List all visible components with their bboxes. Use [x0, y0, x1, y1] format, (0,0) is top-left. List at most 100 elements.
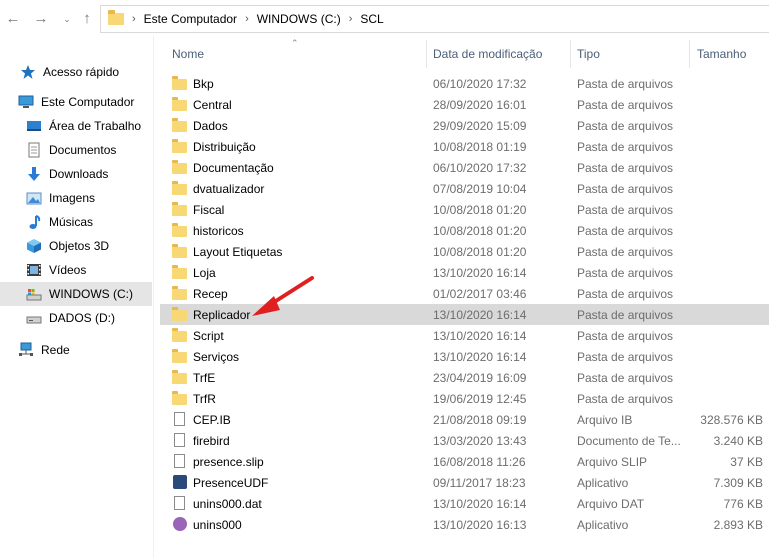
file-date: 29/09/2020 15:09 — [433, 118, 527, 133]
nav-item-dados-d[interactable]: DADOS (D:) — [0, 306, 152, 330]
file-date: 10/08/2018 01:20 — [433, 202, 527, 217]
nav-item-imagens[interactable]: Imagens — [0, 186, 152, 210]
nav-item-videos[interactable]: Vídeos — [0, 258, 152, 282]
breadcrumb-scl[interactable]: SCL — [360, 12, 383, 26]
desktop-icon — [26, 118, 42, 134]
file-name: dvatualizador — [193, 181, 265, 196]
column-header-name[interactable]: Nome — [172, 40, 204, 68]
file-row[interactable]: Documentação 06/10/2020 17:32 Pasta de arq… — [160, 157, 769, 178]
nav-item-downloads[interactable]: Downloads — [0, 162, 152, 186]
column-divider[interactable] — [689, 40, 690, 68]
address-bar[interactable]: › Este Computador › WINDOWS (C:) › SCL — [100, 5, 769, 33]
nav-label: Este Computador — [41, 95, 135, 109]
file-row[interactable]: Fiscal 10/08/2018 01:20 Pasta de arquivos — [160, 199, 769, 220]
file-type: Arquivo SLIP — [577, 454, 648, 469]
file-row[interactable]: dvatualizador 07/08/2019 10:04 Pasta de ar… — [160, 178, 769, 199]
nav-label: DADOS (D:) — [49, 311, 115, 325]
file-type: Aplicativo — [577, 517, 629, 532]
file-name: Dados — [193, 118, 228, 133]
file-icon — [172, 433, 188, 448]
file-size: 3.240 KB — [713, 433, 763, 448]
file-date: 13/10/2020 16:14 — [433, 496, 527, 511]
breadcrumb-windows-c[interactable]: WINDOWS (C:) — [257, 12, 341, 26]
file-date: 13/10/2020 16:14 — [433, 307, 527, 322]
nav-item-este-computador[interactable]: Este Computador — [0, 90, 152, 114]
file-size: 37 KB — [730, 454, 763, 469]
file-name: PresenceUDF — [193, 475, 269, 490]
file-type: Pasta de arquivos — [577, 97, 674, 112]
file-row[interactable]: presence.slip 16/08/2018 11:26 Arquivo SLI… — [160, 451, 769, 472]
file-name: Loja — [193, 265, 216, 280]
column-header-date[interactable]: Data de modificação — [433, 40, 542, 68]
file-row[interactable]: Dados 29/09/2020 15:09 Pasta de arquivos — [160, 115, 769, 136]
nav-label: WINDOWS (C:) — [49, 287, 133, 301]
file-row[interactable]: Layout Etiquetas 10/08/2018 01:20 Pasta de… — [160, 241, 769, 262]
file-date: 13/10/2020 16:14 — [433, 328, 527, 343]
drive-d-icon — [26, 310, 42, 326]
nav-item-objetos-3d[interactable]: Objetos 3D — [0, 234, 152, 258]
file-row[interactable]: Central 28/09/2020 16:01 Pasta de arquivos — [160, 94, 769, 115]
forward-arrow-icon[interactable]: → — [32, 10, 50, 28]
breadcrumb-este-computador[interactable]: Este Computador — [144, 12, 237, 26]
file-date: 10/08/2018 01:20 — [433, 223, 527, 238]
nav-label: Área de Trabalho — [49, 119, 142, 133]
column-header-type[interactable]: Tipo — [577, 40, 600, 68]
file-type: Pasta de arquivos — [577, 349, 674, 364]
file-type: Pasta de arquivos — [577, 391, 674, 406]
nav-label: Vídeos — [49, 263, 87, 277]
file-date: 06/10/2020 17:32 — [433, 76, 527, 91]
file-row[interactable]: historicos 10/08/2018 01:20 Pasta de arqui… — [160, 220, 769, 241]
file-date: 10/08/2018 01:19 — [433, 139, 527, 154]
file-row[interactable]: Serviços 13/10/2020 16:14 Pasta de arquivo… — [160, 346, 769, 367]
breadcrumb-separator-icon[interactable]: › — [349, 13, 353, 25]
file-date: 23/04/2019 16:09 — [433, 370, 527, 385]
nav-item-documentos[interactable]: Documentos — [0, 138, 152, 162]
folder-icon — [172, 202, 188, 217]
file-type: Documento de Te... — [577, 433, 681, 448]
file-date: 28/09/2020 16:01 — [433, 97, 527, 112]
breadcrumb-separator-icon[interactable]: › — [132, 13, 136, 25]
nav-item-windows-c[interactable]: WINDOWS (C:) — [0, 282, 152, 306]
file-row[interactable]: PresenceUDF 09/11/2017 18:23 Aplicativo 7.3… — [160, 472, 769, 493]
file-name: presence.slip — [193, 454, 264, 469]
file-name: unins000 — [193, 517, 242, 532]
file-row[interactable]: firebird 13/03/2020 13:43 Documento de Te.… — [160, 430, 769, 451]
file-date: 13/03/2020 13:43 — [433, 433, 527, 448]
file-row[interactable]: Distribuição 10/08/2018 01:19 Pasta de arq… — [160, 136, 769, 157]
column-header-size[interactable]: Tamanho — [697, 40, 746, 68]
file-name: Documentação — [193, 160, 274, 175]
breadcrumb-separator-icon[interactable]: › — [245, 13, 249, 25]
file-type: Pasta de arquivos — [577, 118, 674, 133]
file-row[interactable]: Bkp 06/10/2020 17:32 Pasta de arquivos — [160, 73, 769, 94]
folder-icon — [172, 370, 188, 385]
file-row[interactable]: TrfR 19/06/2019 12:45 Pasta de arquivos — [160, 388, 769, 409]
column-divider[interactable] — [426, 40, 427, 68]
back-arrow-icon[interactable]: ← — [4, 10, 22, 28]
file-name: CEP.IB — [193, 412, 231, 427]
folder-icon — [108, 10, 124, 25]
file-row[interactable]: unins000 13/10/2020 16:13 Aplicativo 2.893 … — [160, 514, 769, 535]
recent-locations-chevron-icon[interactable]: ⌄ — [58, 10, 76, 28]
app-icon — [172, 475, 188, 490]
computer-icon — [18, 94, 34, 110]
file-row[interactable]: Script 13/10/2020 16:14 Pasta de arquivos — [160, 325, 769, 346]
column-divider[interactable] — [570, 40, 571, 68]
file-row[interactable]: CEP.IB 21/08/2018 09:19 Arquivo IB 328.576 … — [160, 409, 769, 430]
file-date: 07/08/2019 10:04 — [433, 181, 527, 196]
nav-item-rede[interactable]: Rede — [0, 338, 152, 362]
file-row[interactable]: TrfE 23/04/2019 16:09 Pasta de arquivos — [160, 367, 769, 388]
file-type: Pasta de arquivos — [577, 139, 674, 154]
video-icon — [26, 262, 42, 278]
file-name: Replicador — [193, 307, 251, 322]
file-row[interactable]: unins000.dat 13/10/2020 16:14 Arquivo DAT 7… — [160, 493, 769, 514]
up-arrow-icon[interactable]: ↑ — [78, 10, 96, 28]
nav-item-area-de-trabalho[interactable]: Área de Trabalho — [0, 114, 152, 138]
nav-item-acesso-rapido[interactable]: Acesso rápido — [0, 60, 152, 84]
nav-label: Objetos 3D — [49, 239, 110, 253]
file-name: TrfE — [193, 370, 216, 385]
file-size: 776 KB — [723, 496, 763, 511]
file-name: Fiscal — [193, 202, 225, 217]
file-date: 13/10/2020 16:13 — [433, 517, 527, 532]
images-icon — [26, 190, 42, 206]
nav-item-musicas[interactable]: Músicas — [0, 210, 152, 234]
